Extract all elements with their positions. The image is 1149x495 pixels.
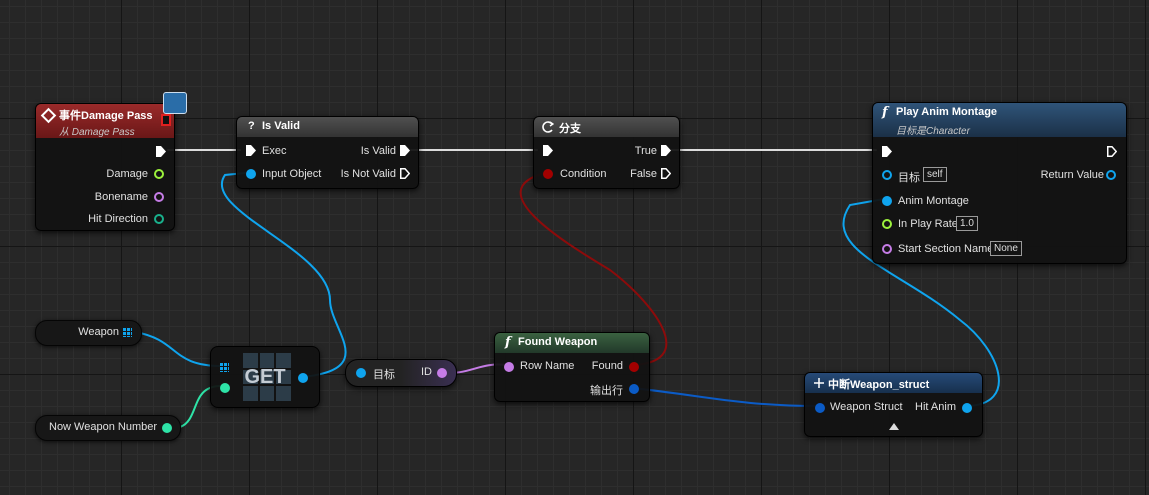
event-damage-pass-node[interactable]: 事件Damage Pass 从 Damage Pass Damage Bonen… [35, 103, 175, 231]
error-pin-icon [161, 114, 171, 126]
bot-badge-icon [163, 92, 187, 114]
pin-out-row[interactable] [629, 384, 639, 394]
in-play-rate-field[interactable]: 1.0 [956, 216, 978, 231]
exec-out-pin[interactable] [156, 146, 166, 157]
pin-id-label: ID [421, 366, 432, 378]
is-valid-node[interactable]: ? Is Valid Exec Is Valid Input Object Is… [236, 116, 419, 189]
pin-bonename-label: Bonename [94, 191, 148, 203]
branch-header [534, 117, 679, 137]
pin-out-row-label: 输出行 [590, 385, 623, 397]
exec-true-pin[interactable] [661, 145, 671, 156]
pin-input-object[interactable] [246, 169, 256, 179]
is-valid-title: Is Valid [262, 120, 300, 132]
exec-in-pin[interactable] [882, 146, 892, 157]
pin-weapon-struct-label: Weapon Struct [830, 401, 903, 413]
pin-now-weapon-number[interactable] [162, 423, 172, 433]
array-get-node[interactable]: GET [210, 346, 320, 408]
play-anim-subtitle: 目标是Character [896, 126, 970, 137]
array-grid-icon[interactable] [220, 363, 229, 372]
play-anim-title: Play Anim Montage [896, 106, 998, 118]
pin-id-target-label: 目标 [373, 369, 395, 381]
pin-start-section-label: Start Section Name [898, 243, 994, 255]
pin-damage-label: Damage [106, 168, 148, 180]
found-weapon-node[interactable]: f Found Weapon Row Name Found 输出行 [494, 332, 650, 402]
pin-input-object-label: Input Object [262, 168, 322, 180]
break-weapon-struct-node[interactable]: 中断Weapon_struct Weapon Struct Hit Anim [804, 372, 983, 437]
exec-is-not-valid-pin[interactable] [400, 168, 410, 179]
pin-row-name[interactable] [504, 362, 514, 372]
pin-hit-anim[interactable] [962, 403, 972, 413]
pin-found-label: Found [591, 360, 623, 372]
branch-title: 分支 [559, 123, 581, 135]
function-icon: f [505, 335, 511, 350]
branch-node[interactable]: 分支 True Condition False [533, 116, 680, 189]
pin-bonename[interactable] [154, 192, 164, 202]
break-struct-icon [814, 378, 824, 388]
pin-hit-anim-label: Hit Anim [915, 401, 956, 413]
branch-arrow-icon [542, 121, 554, 133]
event-node-title: 事件Damage Pass [59, 110, 153, 122]
pin-condition[interactable] [543, 169, 553, 179]
now-weapon-number-node[interactable]: Now Weapon Number [35, 415, 181, 441]
exec-in-pin[interactable] [246, 145, 256, 156]
pin-is-not-valid-label: Is Not Valid [340, 168, 396, 180]
now-weapon-number-label: Now Weapon Number [49, 421, 158, 433]
event-node-subtitle: 从 Damage Pass [59, 127, 135, 138]
pin-exec-label: Exec [262, 145, 287, 157]
found-weapon-title: Found Weapon [518, 336, 598, 348]
pin-hit-direction[interactable] [154, 214, 164, 224]
weapon-variable-label: Weapon [78, 326, 119, 338]
pin-target-label: 目标 [898, 172, 920, 184]
function-icon: f [882, 105, 888, 120]
break-struct-title: 中断Weapon_struct [828, 379, 930, 391]
exec-in-pin[interactable] [543, 145, 553, 156]
pin-row-name-label: Row Name [520, 360, 575, 372]
pin-hit-direction-label: Hit Direction [88, 213, 148, 225]
target-value-field[interactable]: self [923, 167, 947, 182]
weapon-variable-node[interactable]: Weapon [35, 320, 142, 346]
pin-get-index[interactable] [220, 383, 230, 393]
pin-false-label: False [630, 168, 657, 180]
pin-anim-montage-label: Anim Montage [898, 195, 969, 207]
pin-damage[interactable] [154, 169, 164, 179]
pin-condition-label: Condition [560, 168, 607, 180]
pin-weapon-struct[interactable] [815, 403, 825, 413]
pin-in-play-rate[interactable] [882, 219, 892, 229]
pin-get-output[interactable] [298, 373, 308, 383]
pin-return-value[interactable] [1106, 170, 1116, 180]
pin-id-output[interactable] [437, 368, 447, 378]
exec-is-valid-pin[interactable] [400, 145, 410, 156]
pin-is-valid-label: Is Valid [360, 145, 396, 157]
question-icon: ? [248, 120, 255, 132]
start-section-field[interactable]: None [990, 241, 1022, 256]
play-anim-montage-node[interactable]: f Play Anim Montage 目标是Character 目标 self… [872, 102, 1127, 264]
get-id-node[interactable]: 目标 ID [345, 359, 457, 387]
pin-anim-montage[interactable] [882, 196, 892, 206]
expand-arrow-icon[interactable] [889, 423, 899, 430]
struct-wire [631, 387, 819, 407]
pin-true-label: True [634, 145, 657, 157]
array-grid-icon[interactable] [123, 328, 132, 337]
pin-in-play-rate-label: In Play Rate [898, 218, 958, 230]
pin-target[interactable] [882, 170, 892, 180]
exec-false-pin[interactable] [661, 168, 671, 179]
array-wire [134, 331, 223, 367]
pin-return-value-label: Return Value [1040, 169, 1104, 181]
pin-found[interactable] [629, 362, 639, 372]
pin-start-section[interactable] [882, 244, 892, 254]
exec-out-pin[interactable] [1107, 146, 1117, 157]
pin-id-target[interactable] [356, 368, 366, 378]
